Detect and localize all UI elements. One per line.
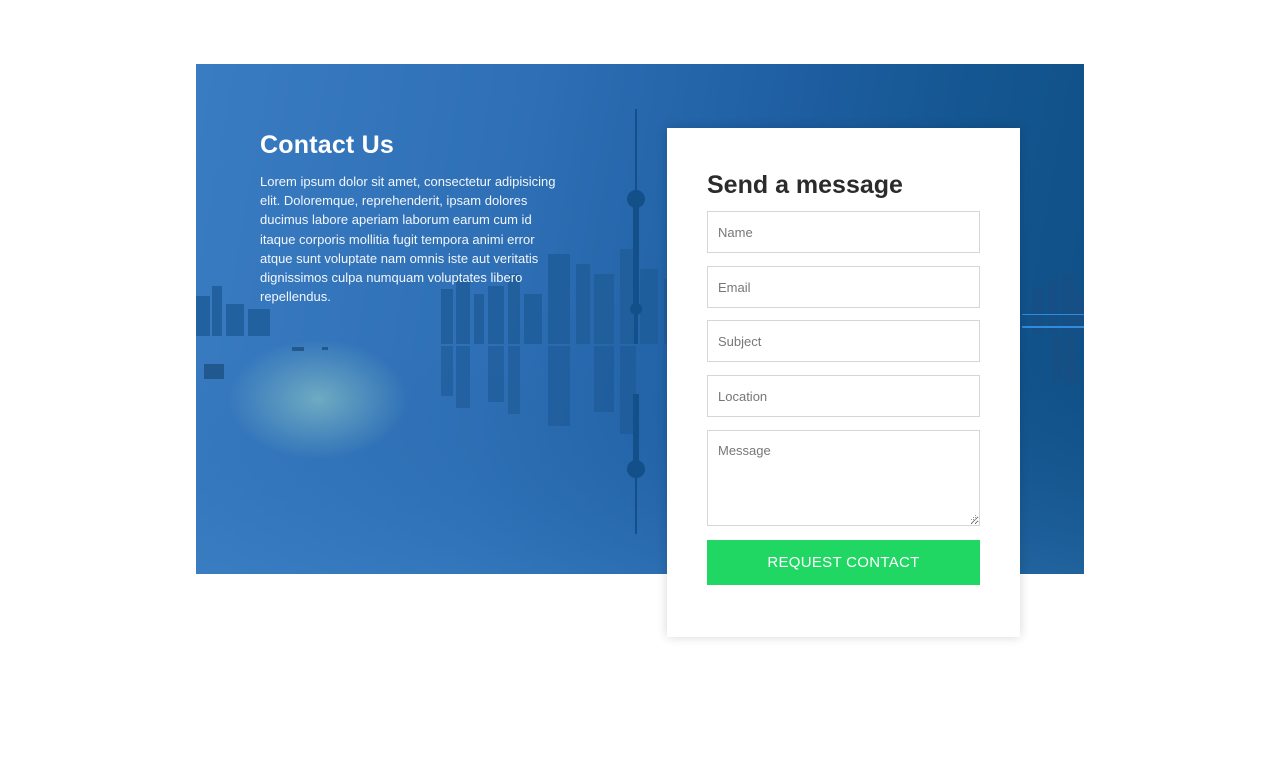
message-textarea[interactable] (707, 430, 980, 526)
contact-form-card: Send a message REQUEST CONTACT (667, 128, 1020, 637)
request-contact-button[interactable]: REQUEST CONTACT (707, 540, 980, 585)
name-input[interactable] (707, 211, 980, 253)
contact-description: Lorem ipsum dolor sit amet, consectetur … (260, 174, 556, 305)
form-title: Send a message (707, 171, 903, 199)
contact-title: Contact Us (260, 131, 394, 159)
subject-input[interactable] (707, 320, 980, 362)
email-input[interactable] (707, 266, 980, 308)
contact-info: Contact Us Lorem ipsum dolor sit amet, c… (260, 128, 570, 306)
location-input[interactable] (707, 375, 980, 417)
